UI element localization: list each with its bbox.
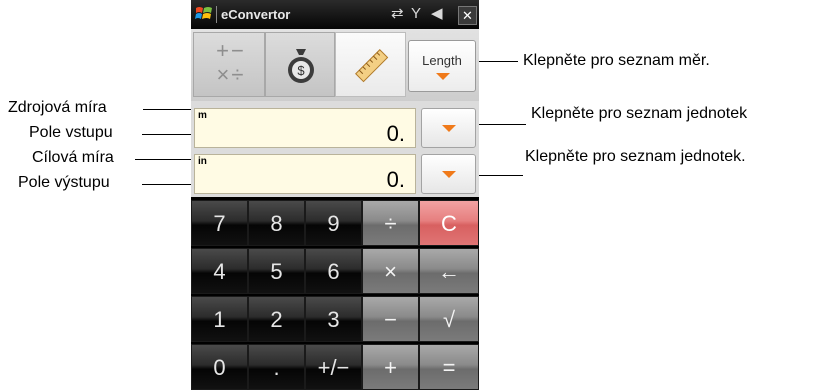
key-0[interactable]: 0	[191, 344, 248, 390]
close-icon[interactable]: ✕	[458, 6, 477, 25]
input-value: 0.	[386, 121, 405, 146]
app-title: eConvertor	[221, 7, 291, 22]
callout-units-list: Klepněte pro seznam měr.	[523, 52, 710, 69]
device-screen: eConvertor ⇄ Y ◀ ✕ +− ×÷ $ Length m 0. i…	[191, 0, 479, 390]
chevron-down-icon	[436, 73, 450, 80]
signal-icon[interactable]: Y	[411, 4, 421, 24]
output-value: 0.	[386, 167, 405, 192]
currency-mode-button[interactable]: $	[265, 32, 335, 97]
key-backspace[interactable]: ←	[419, 248, 479, 294]
title-bar: eConvertor ⇄ Y ◀ ✕	[191, 0, 479, 29]
key-subtract[interactable]: −	[362, 296, 419, 342]
callout-source-measure: Zdrojová míra	[8, 99, 107, 116]
key-9[interactable]: 9	[305, 200, 362, 246]
svg-text:$: $	[297, 63, 305, 78]
calculator-mode-button[interactable]: +− ×÷	[193, 32, 265, 97]
key-5[interactable]: 5	[248, 248, 305, 294]
volume-icon[interactable]: ◀	[431, 4, 443, 24]
mode-toolbar: +− ×÷ $ Length	[191, 29, 479, 101]
key-plus-minus[interactable]: +/−	[305, 344, 362, 390]
source-unit-dropdown-button[interactable]	[421, 108, 476, 148]
callout-target-unit-list: Klepněte pro seznam jednotek.	[525, 148, 746, 165]
target-unit-dropdown-button[interactable]	[421, 154, 476, 194]
key-decimal[interactable]: .	[248, 344, 305, 390]
title-separator	[216, 6, 217, 23]
money-bag-icon: $	[288, 49, 314, 83]
key-8[interactable]: 8	[248, 200, 305, 246]
callout-line	[143, 109, 191, 110]
key-3[interactable]: 3	[305, 296, 362, 342]
output-field[interactable]: in 0.	[194, 154, 416, 194]
key-sqrt[interactable]: √	[419, 296, 479, 342]
length-dropdown-button[interactable]: Length	[408, 40, 476, 92]
source-unit-label: m	[198, 110, 207, 121]
length-label: Length	[422, 53, 462, 68]
target-unit-label: in	[198, 156, 207, 167]
callout-source-unit-list: Klepněte pro seznam jednotek	[531, 105, 748, 122]
callout-input-field: Pole vstupu	[29, 124, 113, 141]
callout-line	[142, 134, 191, 135]
chevron-down-icon	[442, 125, 456, 132]
calculator-icon: +− ×÷	[216, 38, 246, 87]
ruler-icon	[355, 49, 389, 83]
measure-mode-button[interactable]	[335, 32, 406, 97]
key-clear[interactable]: C	[419, 200, 479, 246]
chevron-down-icon	[442, 171, 456, 178]
input-field[interactable]: m 0.	[194, 108, 416, 148]
key-4[interactable]: 4	[191, 248, 248, 294]
target-row: in 0.	[191, 151, 479, 197]
key-multiply[interactable]: ×	[362, 248, 419, 294]
callout-line	[142, 184, 191, 185]
callout-line	[135, 159, 191, 160]
callout-output-field: Pole výstupu	[18, 174, 110, 191]
key-divide[interactable]: ÷	[362, 200, 419, 246]
key-2[interactable]: 2	[248, 296, 305, 342]
key-add[interactable]: +	[362, 344, 419, 390]
key-7[interactable]: 7	[191, 200, 248, 246]
key-1[interactable]: 1	[191, 296, 248, 342]
keypad: 7 8 9 ÷ C 4 5 6 × ← 1 2 3 − √ 0 . +/− + …	[191, 200, 479, 390]
windows-logo-icon[interactable]	[195, 5, 213, 23]
connectivity-icon[interactable]: ⇄	[391, 4, 404, 24]
callout-target-measure: Cílová míra	[32, 149, 114, 166]
key-6[interactable]: 6	[305, 248, 362, 294]
key-equals[interactable]: =	[419, 344, 479, 390]
source-row: m 0.	[191, 105, 479, 151]
